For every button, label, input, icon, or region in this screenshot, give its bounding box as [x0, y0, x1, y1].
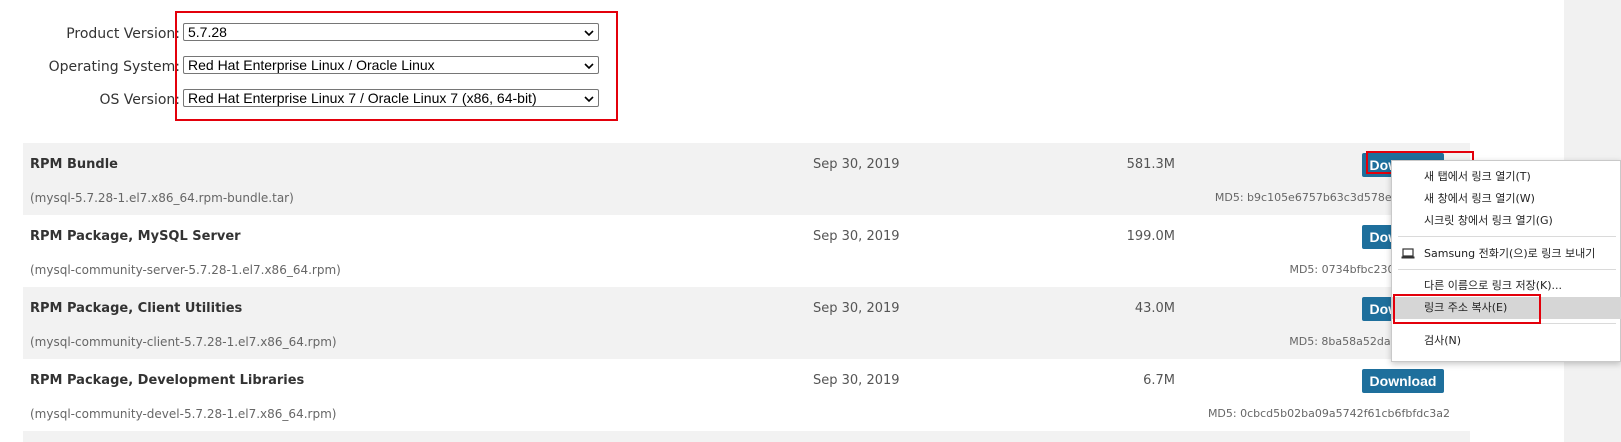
menu-item-open-new-tab[interactable]: 새 탭에서 링크 열기(T): [1392, 166, 1621, 188]
operating-system-value: Red Hat Enterprise Linux / Oracle Linux: [188, 57, 435, 73]
chevron-down-icon: [584, 96, 594, 103]
os-version-row: OS Version: Red Hat Enterprise Linux 7 /…: [0, 87, 640, 111]
menu-separator: [1398, 269, 1616, 270]
file-size: 6.7M: [1143, 373, 1175, 388]
menu-item-inspect[interactable]: 검사(N): [1392, 330, 1621, 352]
menu-item-open-new-window[interactable]: 새 창에서 링크 열기(W): [1392, 188, 1621, 210]
release-date: Sep 30, 2019: [813, 301, 900, 316]
package-name: RPM Bundle: [30, 157, 118, 172]
table-row: RPM Package, MySQL Server (mysql-communi…: [23, 215, 1470, 287]
table-row: RPM Package, Client Utilities (mysql-com…: [23, 287, 1470, 359]
release-date: Sep 30, 2019: [813, 157, 900, 172]
product-version-value: 5.7.28: [188, 24, 227, 40]
file-size: 581.3M: [1126, 157, 1175, 172]
menu-item-open-incognito[interactable]: 시크릿 창에서 링크 열기(G): [1392, 210, 1621, 232]
md5-checksum: MD5: 0cbcd5b02ba09a5742f61cb6fbfdc3a2: [1207, 407, 1450, 420]
product-version-label: Product Version:: [66, 26, 180, 42]
menu-separator: [1398, 236, 1616, 237]
menu-item-send-to-device-label: Samsung 전화기(으)로 링크 보내기: [1424, 247, 1596, 260]
os-version-label: OS Version:: [99, 92, 180, 108]
product-version-row: Product Version: 5.7.28: [0, 21, 640, 45]
operating-system-label: Operating System:: [48, 59, 180, 75]
table-row-partial: [23, 431, 1470, 442]
product-version-select[interactable]: 5.7.28: [183, 23, 599, 41]
download-button[interactable]: Download: [1362, 369, 1444, 393]
release-date: Sep 30, 2019: [813, 373, 900, 388]
menu-item-copy-link[interactable]: 링크 주소 복사(E): [1392, 297, 1621, 319]
package-name: RPM Package, MySQL Server: [30, 229, 241, 244]
package-filename: (mysql-community-devel-5.7.28-1.el7.x86_…: [30, 407, 337, 421]
menu-separator: [1398, 323, 1616, 324]
package-filename: (mysql-5.7.28-1.el7.x86_64.rpm-bundle.ta…: [30, 191, 294, 205]
package-name: RPM Package, Client Utilities: [30, 301, 243, 316]
file-size: 43.0M: [1134, 301, 1175, 316]
os-version-select[interactable]: Red Hat Enterprise Linux 7 / Oracle Linu…: [183, 89, 599, 107]
download-page: Product Version: 5.7.28 Operating System…: [0, 0, 1564, 442]
chevron-down-icon: [584, 63, 594, 70]
file-size: 199.0M: [1126, 229, 1175, 244]
package-filename: (mysql-community-server-5.7.28-1.el7.x86…: [30, 263, 341, 277]
package-name: RPM Package, Development Libraries: [30, 373, 305, 388]
context-menu: 새 탭에서 링크 열기(T) 새 창에서 링크 열기(W) 시크릿 창에서 링크…: [1391, 160, 1621, 362]
downloads-table: RPM Bundle (mysql-5.7.28-1.el7.x86_64.rp…: [23, 143, 1470, 431]
menu-item-send-to-device[interactable]: Samsung 전화기(으)로 링크 보내기: [1392, 243, 1621, 265]
operating-system-select[interactable]: Red Hat Enterprise Linux / Oracle Linux: [183, 56, 599, 74]
package-filename: (mysql-community-client-5.7.28-1.el7.x86…: [30, 335, 337, 349]
device-icon: [1401, 248, 1415, 259]
release-date: Sep 30, 2019: [813, 229, 900, 244]
operating-system-row: Operating System: Red Hat Enterprise Lin…: [0, 54, 640, 78]
os-version-value: Red Hat Enterprise Linux 7 / Oracle Linu…: [188, 90, 537, 106]
chevron-down-icon: [584, 30, 594, 37]
menu-item-save-link-as[interactable]: 다른 이름으로 링크 저장(K)...: [1392, 275, 1621, 297]
table-row: RPM Package, Development Libraries (mysq…: [23, 359, 1470, 431]
table-row: RPM Bundle (mysql-5.7.28-1.el7.x86_64.rp…: [23, 143, 1470, 215]
